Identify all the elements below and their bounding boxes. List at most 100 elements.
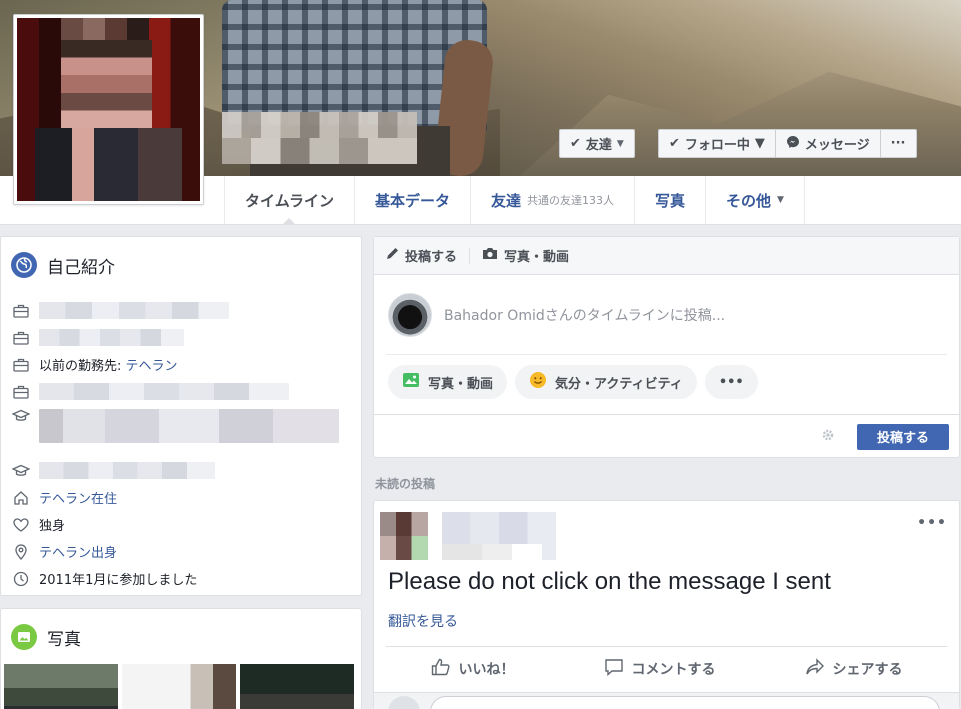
commenter-avatar — [388, 696, 420, 709]
redacted-text — [39, 383, 289, 400]
photos-card: 写真 — [0, 608, 362, 709]
photo-thumbnail[interactable] — [4, 664, 118, 709]
unread-posts-label: 未読の投稿 — [375, 477, 436, 491]
hometown-link[interactable]: テヘラン出身 — [39, 542, 117, 561]
photo-thumbnail[interactable] — [240, 664, 354, 709]
graduation-cap-icon — [11, 409, 31, 423]
briefcase-icon — [11, 331, 31, 345]
feeling-activity-button[interactable]: 気分・アクティビティ — [515, 365, 697, 399]
profile-name-redacted — [222, 112, 417, 164]
joined-date: 2011年1月に参加しました — [39, 573, 198, 588]
intro-work-2 — [11, 324, 351, 351]
composer-tab-post-label: 投稿する — [405, 250, 458, 265]
comment-button[interactable]: コメントする — [604, 658, 716, 680]
check-icon: ✔ — [669, 136, 680, 151]
intro-title: 自己紹介 — [47, 257, 115, 278]
tab-divider — [469, 247, 471, 264]
message-button[interactable]: メッセージ — [776, 130, 881, 157]
photos-header: 写真 — [1, 609, 361, 650]
profile-picture-image — [17, 18, 200, 201]
graduation-cap-icon — [11, 464, 31, 478]
post-actions: いいね！ コメントする シェアする — [386, 646, 947, 690]
photos-title[interactable]: 写真 — [47, 625, 81, 650]
briefcase-icon — [11, 385, 31, 399]
share-button[interactable]: シェアする — [805, 657, 903, 680]
camera-icon — [482, 247, 498, 264]
intro-lives-in: テヘラン在住 — [11, 484, 351, 511]
tab-about[interactable]: 基本データ — [353, 176, 470, 224]
intro-relationship: 独身 — [11, 511, 351, 538]
home-icon — [11, 490, 31, 506]
thumbs-up-icon — [431, 658, 451, 680]
feeling-activity-label: 気分・アクティビティ — [555, 376, 683, 392]
composer-tab-post[interactable]: 投稿する — [386, 246, 457, 265]
intro-work-previous: 以前の勤務先: テヘラン — [11, 351, 351, 378]
briefcase-icon — [11, 358, 31, 372]
post-text: Please do not click on the message I sen… — [388, 568, 831, 595]
intro-education-2 — [11, 457, 351, 484]
caret-down-icon: ▼ — [777, 195, 784, 205]
composer-tabs: 投稿する 写真・動画 — [374, 237, 959, 275]
pencil-icon — [386, 247, 399, 264]
profile-picture[interactable] — [13, 14, 204, 205]
post-composer: 投稿する 写真・動画 Bahador Omidさんのタイムラインに投稿... 写… — [373, 236, 960, 458]
mutual-friends-count: 共通の友達133人 — [526, 194, 614, 207]
tab-timeline[interactable]: タイムライン — [224, 176, 354, 225]
tab-more-label: その他 — [726, 191, 772, 210]
add-photo-video-button[interactable]: 写真・動画 — [388, 365, 508, 399]
smiley-icon — [529, 371, 547, 393]
check-icon: ✔ — [570, 136, 581, 151]
more-icon: ··· — [890, 136, 906, 151]
post-author-redacted[interactable] — [380, 512, 556, 560]
profile-action-group: ✔ フォロー中 ▼ メッセージ ··· — [658, 129, 917, 158]
see-translation-link[interactable]: 翻訳を見る — [388, 611, 458, 631]
briefcase-icon — [11, 304, 31, 318]
like-button[interactable]: いいね！ — [431, 658, 515, 680]
like-label: いいね！ — [458, 661, 515, 678]
post-button-label: 投稿する — [876, 431, 929, 446]
post-button[interactable]: 投稿する — [857, 423, 949, 450]
comment-label: コメントする — [631, 661, 716, 678]
tab-photos[interactable]: 写真 — [633, 176, 705, 224]
globe-icon — [11, 252, 37, 278]
tab-more[interactable]: その他 ▼ — [705, 176, 805, 224]
share-icon — [805, 657, 825, 680]
composer-placeholder[interactable]: Bahador Omidさんのタイムラインに投稿... — [444, 305, 725, 325]
composer-input-area[interactable]: Bahador Omidさんのタイムラインに投稿... — [386, 275, 947, 355]
previous-work-label: 以前の勤務先: — [39, 359, 126, 374]
following-button-label: フォロー中 — [684, 138, 750, 153]
comment-input[interactable] — [430, 696, 940, 709]
intro-joined: 2011年1月に参加しました — [11, 565, 351, 592]
comment-box — [374, 692, 959, 709]
gear-icon[interactable] — [821, 427, 835, 446]
clock-icon — [11, 571, 31, 587]
composer-tab-photo[interactable]: 写真・動画 — [482, 246, 569, 265]
friends-button[interactable]: ✔ 友達 ▼ — [559, 129, 635, 158]
messenger-icon — [786, 135, 800, 153]
photo-icon — [402, 372, 420, 392]
tab-about-label: 基本データ — [374, 191, 450, 210]
tab-friends[interactable]: 友達 共通の友達133人 — [469, 176, 634, 224]
intro-education-1 — [11, 405, 351, 457]
redacted-text — [39, 409, 339, 443]
heart-icon — [11, 517, 31, 532]
previous-work-link[interactable]: テヘラン — [126, 359, 178, 374]
lives-in-link[interactable]: テヘラン在住 — [39, 488, 117, 507]
more-options-button[interactable]: ··· — [881, 130, 916, 157]
more-icon: ••• — [718, 374, 744, 390]
tab-timeline-label: タイムライン — [245, 191, 334, 210]
photo-thumbnail[interactable] — [122, 664, 236, 709]
composer-more-button[interactable]: ••• — [704, 365, 758, 399]
tab-photos-label: 写真 — [654, 191, 685, 210]
post-author-name — [442, 512, 556, 560]
composer-actions: 写真・動画 気分・アクティビティ ••• — [374, 355, 959, 409]
feed-post: ••• Please do not click on the message I… — [373, 500, 960, 709]
redacted-text — [39, 329, 184, 346]
redacted-text — [39, 302, 229, 319]
intro-header: 自己紹介 — [1, 237, 361, 278]
friends-button-label: 友達 — [585, 138, 612, 153]
intro-work-1 — [11, 297, 351, 324]
intro-from: テヘラン出身 — [11, 538, 351, 565]
following-button[interactable]: ✔ フォロー中 ▼ — [659, 130, 776, 157]
post-options-button[interactable]: ••• — [917, 515, 947, 531]
